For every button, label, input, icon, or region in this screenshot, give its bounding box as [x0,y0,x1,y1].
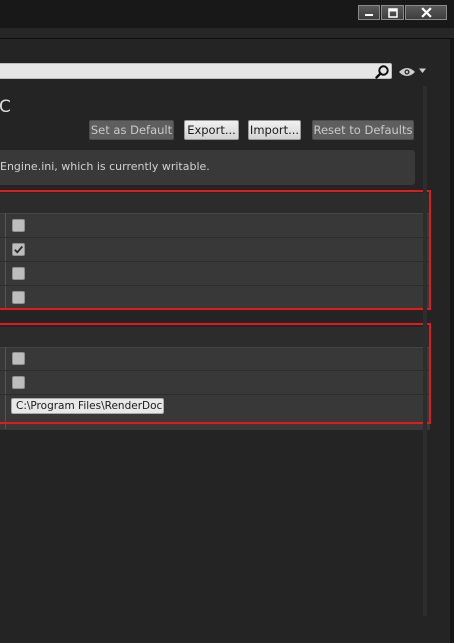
maximize-icon [387,7,398,18]
maximize-button[interactable] [381,5,404,20]
close-button[interactable] [405,5,447,20]
highlight-box [0,190,431,310]
import-button[interactable]: Import... [248,120,301,140]
chevron-down-icon[interactable] [418,66,427,75]
close-icon [420,7,432,18]
window-frame [0,28,454,39]
search-input[interactable] [0,63,392,79]
page-title: C [0,97,11,117]
export-button[interactable]: Export... [184,120,239,140]
window-border [450,39,454,643]
set-as-default-button[interactable]: Set as Default [89,120,174,140]
eye-icon[interactable] [398,66,416,78]
minimize-icon [365,13,373,16]
config-info-text: Engine.ini, which is currently writable. [0,160,210,173]
reset-to-defaults-button[interactable]: Reset to Defaults [312,120,414,140]
minimize-button[interactable] [358,5,380,20]
highlight-box [0,323,431,424]
search-icon[interactable] [374,64,390,80]
scrollbar[interactable] [423,86,427,616]
